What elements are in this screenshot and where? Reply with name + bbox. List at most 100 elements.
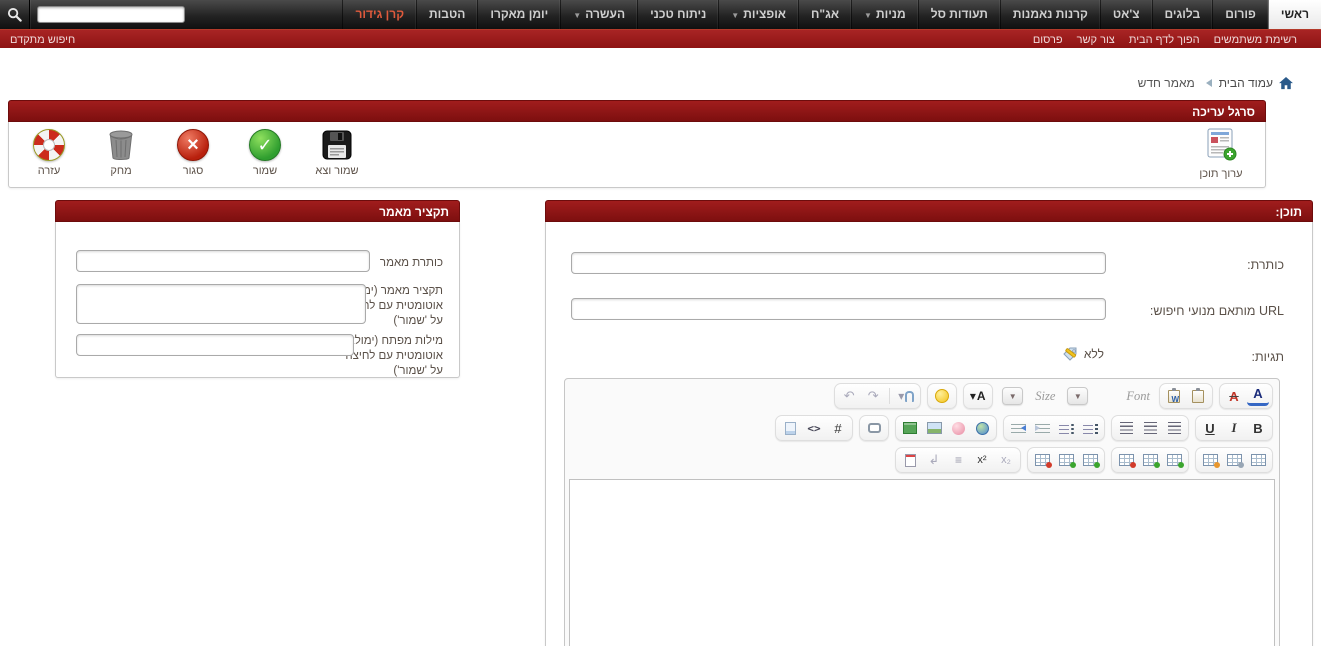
indent-icon: [1011, 423, 1026, 434]
italic-icon[interactable]: I: [1223, 418, 1245, 438]
menu-item-בלוגים[interactable]: בלוגים: [1152, 0, 1213, 29]
bullet-list-icon: [1059, 423, 1074, 434]
paste-icon[interactable]: [1187, 386, 1209, 406]
delete-row-icon[interactable]: [1031, 450, 1053, 470]
font-combo[interactable]: ▼Font: [1067, 387, 1150, 405]
advanced-search-link[interactable]: חיפוש מתקדם: [10, 30, 75, 49]
edit-toolbar-panel: סרגל עריכה ערוך תוכן שמור וצ: [8, 100, 1266, 188]
insert-table-icon[interactable]: [1247, 450, 1269, 470]
insert-row-above-icon[interactable]: [1079, 450, 1101, 470]
select-line-icon[interactable]: ↲: [923, 450, 945, 470]
menu-item-תעודות סל[interactable]: תעודות סל: [918, 0, 1000, 29]
align-center-icon: [1144, 422, 1157, 434]
bold-icon[interactable]: B: [1247, 418, 1269, 438]
lifesaver-icon: [23, 127, 75, 163]
table-properties-icon[interactable]: [1223, 450, 1245, 470]
align-right-icon[interactable]: [1163, 418, 1185, 438]
subbar-link-פרסום[interactable]: פרסום: [1033, 34, 1063, 46]
menu-item-קרן גידור[interactable]: קרן גידור: [342, 0, 416, 29]
subscript-icon[interactable]: x₂: [995, 450, 1017, 470]
search-button[interactable]: [0, 0, 30, 29]
image-icon[interactable]: [923, 418, 945, 438]
subbar-link-צור קשר[interactable]: צור קשר: [1077, 34, 1115, 46]
search-icon: [7, 7, 22, 22]
subbar-link-הפוך לדף הבית[interactable]: הפוך לדף הבית: [1129, 34, 1200, 46]
keywords-input[interactable]: [76, 334, 354, 356]
attach-dropdown-icon[interactable]: ▾: [895, 386, 917, 406]
menu-item-label: קרנות נאמנות: [1013, 7, 1088, 21]
menu-item-אופציות[interactable]: אופציות▼: [718, 0, 798, 29]
menu-item-אג"ח[interactable]: אג"ח: [798, 0, 851, 29]
source-code-icon[interactable]: <>: [803, 418, 825, 438]
anchor-icon[interactable]: #: [827, 418, 849, 438]
save-button[interactable]: ✓שמור: [239, 127, 291, 177]
smiley-icon[interactable]: [931, 386, 953, 406]
flash-icon[interactable]: [947, 418, 969, 438]
bullet-list-icon[interactable]: [1055, 418, 1077, 438]
size-combo[interactable]: ▼Size: [1002, 387, 1055, 405]
menu-item-ניתוח טכני[interactable]: ניתוח טכני: [637, 0, 718, 29]
delete-label: מחק: [95, 165, 147, 177]
menu-item-הטבות[interactable]: הטבות: [416, 0, 477, 29]
text-color-icon[interactable]: A: [1247, 386, 1269, 406]
undo-icon[interactable]: ↶: [838, 386, 860, 406]
menu-item-label: אופציות: [743, 7, 786, 21]
redo-icon[interactable]: ↷: [862, 386, 884, 406]
menu-item-העשרה[interactable]: העשרה▼: [560, 0, 637, 29]
horizontal-rule-icon[interactable]: ≡: [947, 450, 969, 470]
insert-column-before-icon[interactable]: [1163, 450, 1185, 470]
title-input[interactable]: [571, 252, 1106, 274]
trash-icon: [95, 127, 147, 163]
menu-item-מניות[interactable]: מניות▼: [851, 0, 918, 29]
attach-dropdown-icon: [905, 391, 914, 402]
document-source-icon[interactable]: [779, 418, 801, 438]
sub-navigation-bar: רשימת משתמשים הפוך לדף הבית צור קשר פרסום ח…: [0, 29, 1321, 48]
breadcrumb-current-page: מאמר חדש: [1138, 76, 1195, 90]
close-button[interactable]: ×סגור: [167, 127, 219, 177]
help-button[interactable]: עזרה: [23, 127, 75, 177]
insert-column-before-icon: [1167, 454, 1182, 466]
save-exit-button[interactable]: שמור וצא: [311, 127, 363, 177]
breadcrumb-home-link[interactable]: עמוד הבית: [1219, 76, 1273, 90]
paste-from-word-icon[interactable]: [1163, 386, 1185, 406]
toolbar-group: AA: [1219, 383, 1273, 409]
seo-url-input[interactable]: [571, 298, 1106, 320]
toolbar-group: UIB: [1195, 415, 1273, 441]
superscript-icon[interactable]: x²: [971, 450, 993, 470]
editor-content-area[interactable]: [569, 479, 1275, 646]
numbered-list-icon[interactable]: [1079, 418, 1101, 438]
delete-column-icon[interactable]: [1115, 450, 1137, 470]
menu-item-ראשי[interactable]: ראשי: [1268, 0, 1321, 29]
toolbar-separator: [889, 388, 890, 404]
delete-button[interactable]: מחק: [95, 127, 147, 177]
link-icon[interactable]: [971, 418, 993, 438]
paste-from-word-icon: [1168, 390, 1180, 403]
remove-format-icon[interactable]: A: [1223, 386, 1245, 406]
insert-row-below-icon[interactable]: [1055, 450, 1077, 470]
menu-item-קרנות נאמנות[interactable]: קרנות נאמנות: [1000, 0, 1100, 29]
media-icon[interactable]: [899, 418, 921, 438]
article-summary-input[interactable]: [76, 284, 366, 324]
home-icon[interactable]: [1279, 77, 1293, 90]
comment-icon[interactable]: [863, 418, 885, 438]
edit-content-button[interactable]: ערוך תוכן: [1189, 127, 1253, 180]
cell-properties-icon[interactable]: [1199, 450, 1221, 470]
menu-item-יומן מאקרו[interactable]: יומן מאקרו: [477, 0, 560, 29]
align-center-icon[interactable]: [1139, 418, 1161, 438]
indent-icon[interactable]: [1007, 418, 1029, 438]
edit-toolbar-panel-header: סרגל עריכה: [8, 100, 1266, 122]
text-style-dropdown-icon[interactable]: ▾A: [967, 386, 989, 406]
article-title-input[interactable]: [76, 250, 370, 272]
align-left-icon[interactable]: [1115, 418, 1137, 438]
outdent-icon[interactable]: [1031, 418, 1053, 438]
tags-edit-button[interactable]: ללא: [1062, 346, 1104, 361]
insert-column-after-icon[interactable]: [1139, 450, 1161, 470]
underline-icon[interactable]: U: [1199, 418, 1221, 438]
subbar-link-רשימת משתמשים[interactable]: רשימת משתמשים: [1214, 34, 1297, 46]
search-input[interactable]: [37, 6, 185, 23]
page-break-icon[interactable]: [899, 450, 921, 470]
toolbar-group: <>#: [775, 415, 853, 441]
menu-item-פורום[interactable]: פורום: [1212, 0, 1268, 29]
page: ראשיפורוםבלוגיםצ'אט קרנות נאמנות תעודות סל…: [0, 0, 1321, 646]
menu-item-צ'אט[interactable]: צ'אט: [1100, 0, 1152, 29]
